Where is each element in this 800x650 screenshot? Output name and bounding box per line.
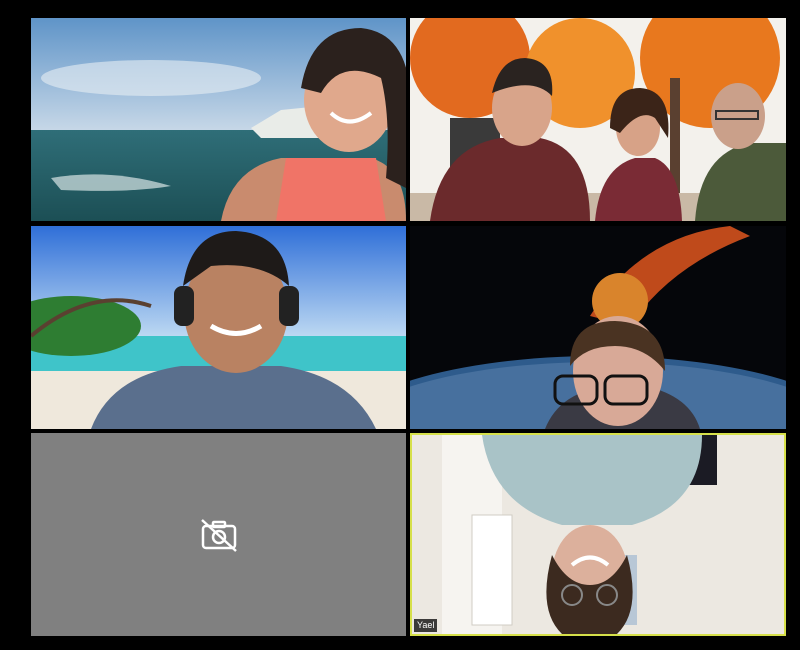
participant-name-label: Yael	[414, 619, 438, 632]
video-feed	[31, 226, 406, 429]
video-feed	[410, 18, 786, 221]
video-feed	[410, 226, 786, 429]
video-tile-4[interactable]	[410, 226, 786, 429]
camera-off-icon	[201, 519, 237, 552]
video-tile-3[interactable]	[31, 226, 406, 429]
video-feed	[412, 435, 784, 634]
video-tile-6-active-speaker[interactable]: Yael	[410, 433, 786, 636]
video-tile-2[interactable]	[410, 18, 786, 221]
video-tile-5-camera-off[interactable]	[31, 433, 406, 636]
video-tile-1[interactable]	[31, 18, 406, 221]
video-feed	[31, 18, 406, 221]
